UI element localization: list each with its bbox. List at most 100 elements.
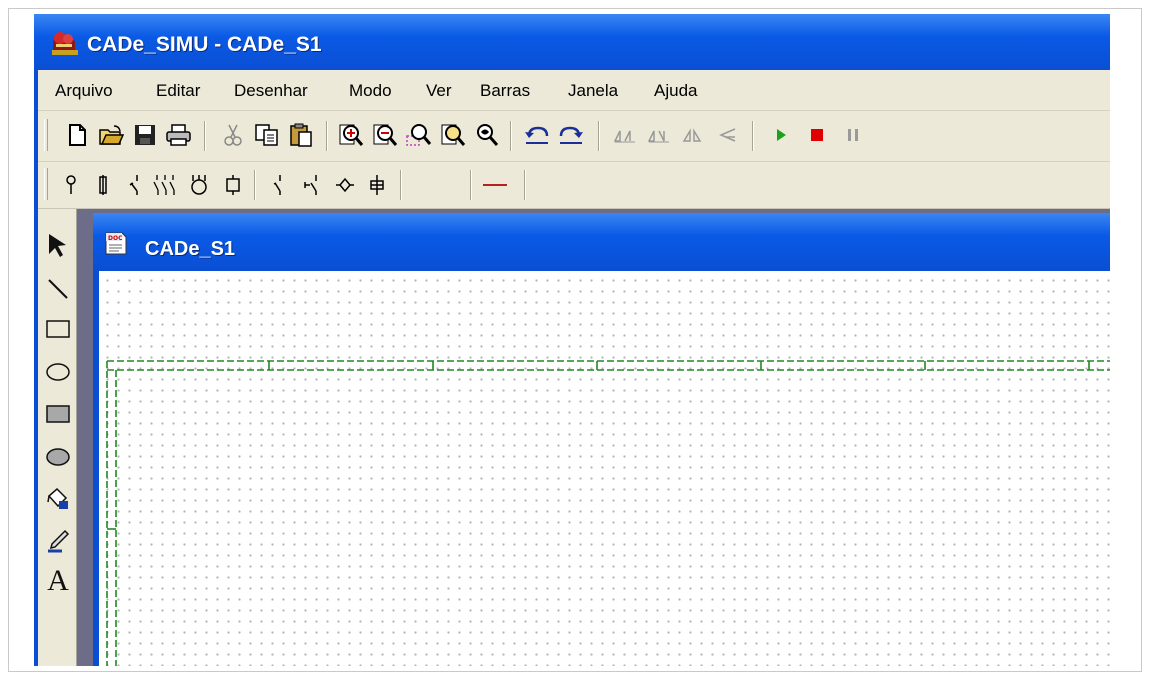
toolbar-grip[interactable] bbox=[44, 119, 48, 151]
menu-janela[interactable]: Janela bbox=[568, 81, 618, 101]
app-titlebar[interactable]: CADe_SIMU - CADe_S1 bbox=[34, 14, 1110, 70]
zoom-pan-button[interactable] bbox=[472, 120, 502, 150]
copy-icon bbox=[255, 124, 278, 146]
menu-editar[interactable]: Editar bbox=[156, 81, 200, 101]
text-tool[interactable]: A bbox=[44, 566, 72, 596]
disconnect-button[interactable] bbox=[120, 170, 150, 200]
wire-icon bbox=[483, 184, 507, 186]
menu-ver[interactable]: Ver bbox=[426, 81, 452, 101]
cade-simu-app-icon bbox=[52, 32, 78, 55]
rectangle-tool[interactable] bbox=[44, 315, 72, 343]
mirror-h-button[interactable] bbox=[610, 120, 640, 150]
menu-modo[interactable]: Modo bbox=[349, 81, 392, 101]
cut-icon bbox=[224, 124, 242, 146]
toolbar-separator bbox=[524, 170, 526, 200]
document-icon: DOC bbox=[105, 232, 127, 255]
play-button[interactable] bbox=[766, 120, 796, 150]
menu-desenhar[interactable]: Desenhar bbox=[234, 81, 308, 101]
toolbar-grip[interactable] bbox=[44, 168, 48, 200]
ellipse-tool[interactable] bbox=[44, 358, 72, 386]
disconnect-switch-icon bbox=[129, 175, 138, 195]
document-window: DOC CADe_S1 bbox=[93, 213, 1110, 666]
supply-terminal-icon bbox=[66, 175, 76, 194]
pushbutton-icon bbox=[273, 175, 281, 195]
zoom-out-button[interactable] bbox=[370, 120, 400, 150]
zoom-fit-button[interactable] bbox=[438, 120, 468, 150]
line-tool-icon bbox=[48, 279, 68, 299]
toolbar-separator bbox=[510, 121, 512, 151]
menu-ajuda[interactable]: Ajuda bbox=[654, 81, 697, 101]
wire-button[interactable] bbox=[480, 170, 510, 200]
zoom-in-icon bbox=[339, 124, 364, 146]
fuse-icon bbox=[99, 175, 107, 195]
app-window: CADe_SIMU - CADe_S1 Arquivo Editar Desen… bbox=[34, 14, 1110, 666]
sensor-icon bbox=[336, 177, 354, 193]
timer-contact-button[interactable] bbox=[298, 170, 328, 200]
coil-button[interactable] bbox=[218, 170, 248, 200]
filled-ellipse-tool-icon bbox=[46, 448, 70, 466]
new-icon bbox=[69, 124, 86, 146]
toolbar-separator bbox=[598, 121, 600, 151]
line-tool[interactable] bbox=[44, 275, 72, 303]
main-toolbar bbox=[38, 111, 1110, 162]
drawing-toolbar: A bbox=[38, 209, 77, 666]
contactor-button[interactable] bbox=[150, 170, 180, 200]
toolbar-separator bbox=[470, 170, 472, 200]
zoom-area-icon bbox=[406, 124, 432, 146]
select-arrow-icon bbox=[49, 234, 66, 257]
sensor-button[interactable] bbox=[330, 170, 360, 200]
document-titlebar[interactable]: DOC CADe_S1 bbox=[93, 213, 1110, 269]
fill-color-icon bbox=[47, 487, 68, 509]
paste-button[interactable] bbox=[286, 120, 316, 150]
paste-icon bbox=[290, 123, 312, 147]
filled-ellipse-tool[interactable] bbox=[44, 443, 72, 471]
motor-button[interactable] bbox=[184, 170, 214, 200]
menu-barras[interactable]: Barras bbox=[480, 81, 530, 101]
copy-button[interactable] bbox=[252, 120, 282, 150]
play-icon bbox=[777, 129, 786, 141]
components-toolbar bbox=[38, 162, 1110, 209]
redo-button[interactable] bbox=[556, 120, 586, 150]
open-button[interactable] bbox=[96, 120, 126, 150]
print-button[interactable] bbox=[164, 120, 194, 150]
flip-icon bbox=[682, 128, 702, 142]
supply-button[interactable] bbox=[56, 170, 86, 200]
menu-arquivo[interactable]: Arquivo bbox=[55, 81, 113, 101]
svg-text:DOC: DOC bbox=[108, 235, 123, 242]
timer-contact-icon bbox=[304, 175, 317, 195]
toolbar-separator bbox=[204, 121, 206, 151]
rotate-button[interactable] bbox=[712, 120, 742, 150]
filled-rectangle-tool[interactable] bbox=[44, 400, 72, 428]
mirror-icon bbox=[613, 130, 635, 143]
fuse-button[interactable] bbox=[88, 170, 118, 200]
pause-icon bbox=[848, 129, 858, 141]
fill-color-tool[interactable] bbox=[44, 485, 72, 513]
mdi-workspace: DOC CADe_S1 bbox=[77, 209, 1110, 666]
undo-button[interactable] bbox=[522, 120, 552, 150]
redo-icon bbox=[559, 126, 583, 144]
flip-button[interactable] bbox=[678, 120, 708, 150]
pen-color-tool[interactable] bbox=[44, 527, 72, 555]
cut-button[interactable] bbox=[218, 120, 248, 150]
print-icon bbox=[166, 124, 191, 146]
mirror-v-button[interactable] bbox=[644, 120, 674, 150]
rectangle-tool-icon bbox=[46, 320, 70, 338]
zoom-area-button[interactable] bbox=[404, 120, 434, 150]
empty-slot bbox=[418, 170, 462, 200]
stop-button[interactable] bbox=[802, 120, 832, 150]
zoom-in-button[interactable] bbox=[336, 120, 366, 150]
toolbar-separator bbox=[326, 121, 328, 151]
coil-icon bbox=[226, 175, 240, 195]
pushbutton-button[interactable] bbox=[264, 170, 294, 200]
drawing-canvas[interactable] bbox=[99, 271, 1110, 666]
lamp-icon bbox=[370, 175, 384, 195]
ellipse-tool-icon bbox=[46, 363, 70, 381]
contactor-icon bbox=[153, 175, 175, 195]
select-tool[interactable] bbox=[44, 231, 72, 259]
lamp-button[interactable] bbox=[362, 170, 392, 200]
save-button[interactable] bbox=[130, 120, 160, 150]
toolbar-separator bbox=[400, 170, 402, 200]
menu-bar: Arquivo Editar Desenhar Modo Ver Barras … bbox=[38, 70, 1110, 111]
pause-button[interactable] bbox=[838, 120, 868, 150]
new-button[interactable] bbox=[62, 120, 92, 150]
